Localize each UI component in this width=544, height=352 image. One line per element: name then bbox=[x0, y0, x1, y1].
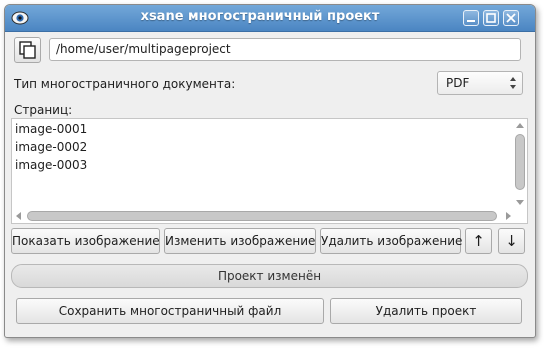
select-project-button[interactable] bbox=[14, 37, 41, 63]
scroll-down-icon[interactable] bbox=[516, 200, 524, 205]
vertical-scrollbar[interactable] bbox=[514, 120, 526, 207]
close-icon[interactable] bbox=[503, 10, 519, 26]
maximize-icon[interactable] bbox=[483, 10, 499, 26]
doc-type-value: PDF bbox=[446, 76, 470, 90]
move-up-button[interactable]: ↑ bbox=[465, 228, 492, 254]
pages-list[interactable]: image-0001 image-0002 image-0003 bbox=[11, 118, 528, 224]
list-item[interactable]: image-0002 bbox=[15, 140, 87, 158]
list-item[interactable]: image-0001 bbox=[15, 122, 87, 140]
vertical-scroll-thumb[interactable] bbox=[515, 134, 525, 190]
minimize-icon[interactable] bbox=[463, 10, 479, 26]
horizontal-scroll-thumb[interactable] bbox=[27, 211, 497, 221]
show-image-button[interactable]: Показать изображение bbox=[11, 228, 160, 254]
list-item[interactable]: image-0003 bbox=[15, 158, 87, 176]
status-bar: Проект изменён bbox=[11, 264, 528, 288]
delete-project-button[interactable]: Удалить проект bbox=[330, 298, 522, 324]
doc-type-select[interactable]: PDF bbox=[437, 71, 523, 95]
scroll-right-icon[interactable] bbox=[506, 212, 511, 220]
title-bar[interactable]: xsane многостраничный проект bbox=[5, 5, 535, 32]
xsane-multipage-window: xsane многостраничный проект /home/user/… bbox=[4, 4, 536, 338]
save-multipage-file-button[interactable]: Сохранить многостраничный файл bbox=[16, 298, 324, 324]
scroll-up-icon[interactable] bbox=[516, 123, 524, 128]
xsane-eye-icon[interactable] bbox=[11, 9, 29, 27]
horizontal-scrollbar[interactable] bbox=[13, 209, 513, 222]
project-path-field[interactable]: /home/user/multipageproject bbox=[49, 38, 521, 61]
pages-icon bbox=[19, 41, 36, 59]
delete-image-button[interactable]: Удалить изображение bbox=[320, 228, 462, 254]
move-down-button[interactable]: ↓ bbox=[498, 228, 525, 254]
edit-image-button[interactable]: Изменить изображение bbox=[164, 228, 316, 254]
scroll-left-icon[interactable] bbox=[16, 212, 21, 220]
updown-arrows-icon bbox=[510, 77, 516, 89]
pages-label: Страниц: bbox=[14, 103, 73, 117]
window-title: xsane многостраничный проект bbox=[140, 9, 380, 24]
doc-type-label: Тип многостраничного документа: bbox=[14, 77, 236, 91]
